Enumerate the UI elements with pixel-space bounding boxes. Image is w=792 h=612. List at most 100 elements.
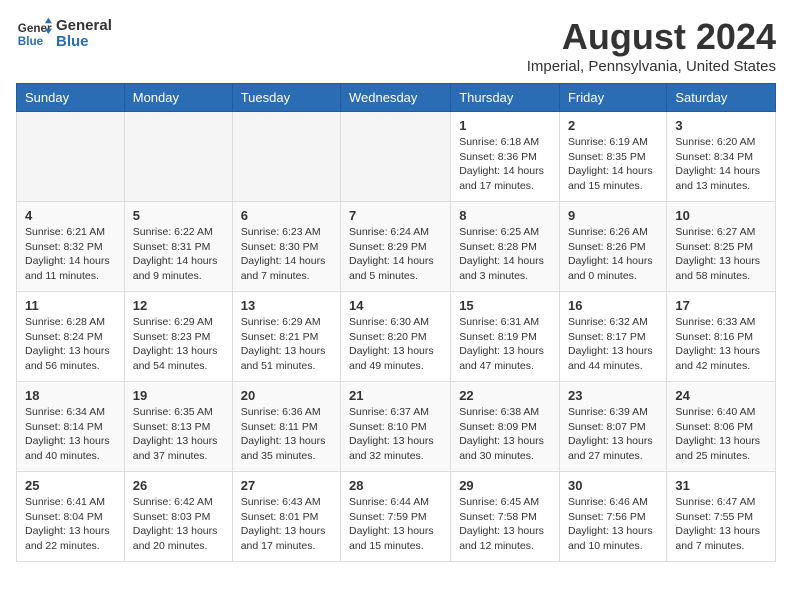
day-number: 31	[675, 478, 767, 493]
day-info: Sunrise: 6:34 AM Sunset: 8:14 PM Dayligh…	[25, 405, 116, 464]
day-info: Sunrise: 6:41 AM Sunset: 8:04 PM Dayligh…	[25, 495, 116, 554]
day-cell-21: 21 Sunrise: 6:37 AM Sunset: 8:10 PM Dayli…	[341, 382, 451, 472]
day-number: 3	[675, 118, 767, 133]
day-number: 23	[568, 388, 658, 403]
day-info: Sunrise: 6:19 AM Sunset: 8:35 PM Dayligh…	[568, 135, 658, 194]
day-info: Sunrise: 6:46 AM Sunset: 7:56 PM Dayligh…	[568, 495, 658, 554]
day-number: 1	[459, 118, 551, 133]
day-number: 11	[25, 298, 116, 313]
empty-cell	[232, 112, 340, 202]
day-number: 22	[459, 388, 551, 403]
day-cell-11: 11 Sunrise: 6:28 AM Sunset: 8:24 PM Dayli…	[17, 292, 125, 382]
title-block: August 2024 Imperial, Pennsylvania, Unit…	[527, 16, 776, 75]
day-cell-9: 9Sunrise: 6:26 AM Sunset: 8:26 PM Daylig…	[559, 202, 666, 292]
day-info: Sunrise: 6:32 AM Sunset: 8:17 PM Dayligh…	[568, 315, 658, 374]
day-info: Sunrise: 6:27 AM Sunset: 8:25 PM Dayligh…	[675, 225, 767, 284]
day-number: 16	[568, 298, 658, 313]
day-number: 10	[675, 208, 767, 223]
day-cell-18: 18 Sunrise: 6:34 AM Sunset: 8:14 PM Dayli…	[17, 382, 125, 472]
weekday-header-row: SundayMondayTuesdayWednesdayThursdayFrid…	[17, 84, 776, 112]
day-cell-6: 6 Sunrise: 6:23 AM Sunset: 8:30 PM Daylig…	[232, 202, 340, 292]
day-cell-2: 2 Sunrise: 6:19 AM Sunset: 8:35 PM Daylig…	[559, 112, 666, 202]
weekday-header-wednesday: Wednesday	[341, 84, 451, 112]
day-number: 30	[568, 478, 658, 493]
logo-general: General	[56, 18, 112, 35]
day-cell-15: 15 Sunrise: 6:31 AM Sunset: 8:19 PM Dayli…	[451, 292, 560, 382]
day-cell-27: 27 Sunrise: 6:43 AM Sunset: 8:01 PM Dayli…	[232, 472, 340, 562]
weekday-header-tuesday: Tuesday	[232, 84, 340, 112]
day-info: Sunrise: 6:28 AM Sunset: 8:24 PM Dayligh…	[25, 315, 116, 374]
week-row-3: 11 Sunrise: 6:28 AM Sunset: 8:24 PM Dayli…	[17, 292, 776, 382]
weekday-header-monday: Monday	[124, 84, 232, 112]
logo-icon: General Blue	[16, 16, 52, 52]
day-info: Sunrise: 6:38 AM Sunset: 8:09 PM Dayligh…	[459, 405, 551, 464]
day-info: Sunrise: 6:29 AM Sunset: 8:21 PM Dayligh…	[241, 315, 332, 374]
day-info: Sunrise: 6:30 AM Sunset: 8:20 PM Dayligh…	[349, 315, 442, 374]
day-info: Sunrise: 6:44 AM Sunset: 7:59 PM Dayligh…	[349, 495, 442, 554]
empty-cell	[341, 112, 451, 202]
day-number: 18	[25, 388, 116, 403]
day-number: 26	[133, 478, 224, 493]
day-info: Sunrise: 6:25 AM Sunset: 8:28 PM Dayligh…	[459, 225, 551, 284]
day-number: 27	[241, 478, 332, 493]
day-number: 4	[25, 208, 116, 223]
day-number: 21	[349, 388, 442, 403]
day-info: Sunrise: 6:18 AM Sunset: 8:36 PM Dayligh…	[459, 135, 551, 194]
empty-cell	[17, 112, 125, 202]
day-cell-1: 1 Sunrise: 6:18 AM Sunset: 8:36 PM Daylig…	[451, 112, 560, 202]
day-number: 20	[241, 388, 332, 403]
day-number: 15	[459, 298, 551, 313]
day-info: Sunrise: 6:21 AM Sunset: 8:32 PM Dayligh…	[25, 225, 116, 284]
day-number: 12	[133, 298, 224, 313]
day-cell-8: 8Sunrise: 6:25 AM Sunset: 8:28 PM Daylig…	[451, 202, 560, 292]
day-info: Sunrise: 6:39 AM Sunset: 8:07 PM Dayligh…	[568, 405, 658, 464]
day-cell-19: 19 Sunrise: 6:35 AM Sunset: 8:13 PM Dayli…	[124, 382, 232, 472]
weekday-header-sunday: Sunday	[17, 84, 125, 112]
day-info: Sunrise: 6:47 AM Sunset: 7:55 PM Dayligh…	[675, 495, 767, 554]
page-header: General Blue General Blue August 2024 Im…	[16, 16, 776, 75]
day-info: Sunrise: 6:45 AM Sunset: 7:58 PM Dayligh…	[459, 495, 551, 554]
day-info: Sunrise: 6:35 AM Sunset: 8:13 PM Dayligh…	[133, 405, 224, 464]
day-number: 17	[675, 298, 767, 313]
day-cell-29: 29Sunrise: 6:45 AM Sunset: 7:58 PM Dayli…	[451, 472, 560, 562]
day-cell-24: 24Sunrise: 6:40 AM Sunset: 8:06 PM Dayli…	[667, 382, 776, 472]
day-cell-30: 30 Sunrise: 6:46 AM Sunset: 7:56 PM Dayli…	[559, 472, 666, 562]
day-cell-7: 7 Sunrise: 6:24 AM Sunset: 8:29 PM Daylig…	[341, 202, 451, 292]
day-info: Sunrise: 6:26 AM Sunset: 8:26 PM Dayligh…	[568, 225, 658, 284]
day-number: 19	[133, 388, 224, 403]
day-cell-26: 26Sunrise: 6:42 AM Sunset: 8:03 PM Dayli…	[124, 472, 232, 562]
day-info: Sunrise: 6:22 AM Sunset: 8:31 PM Dayligh…	[133, 225, 224, 284]
day-number: 2	[568, 118, 658, 133]
weekday-header-friday: Friday	[559, 84, 666, 112]
svg-text:Blue: Blue	[18, 35, 44, 48]
day-number: 25	[25, 478, 116, 493]
day-info: Sunrise: 6:40 AM Sunset: 8:06 PM Dayligh…	[675, 405, 767, 464]
day-cell-31: 31 Sunrise: 6:47 AM Sunset: 7:55 PM Dayli…	[667, 472, 776, 562]
day-cell-4: 4 Sunrise: 6:21 AM Sunset: 8:32 PM Daylig…	[17, 202, 125, 292]
day-cell-10: 10 Sunrise: 6:27 AM Sunset: 8:25 PM Dayli…	[667, 202, 776, 292]
logo-blue: Blue	[56, 34, 112, 51]
day-info: Sunrise: 6:20 AM Sunset: 8:34 PM Dayligh…	[675, 135, 767, 194]
day-info: Sunrise: 6:33 AM Sunset: 8:16 PM Dayligh…	[675, 315, 767, 374]
day-number: 7	[349, 208, 442, 223]
day-cell-22: 22 Sunrise: 6:38 AM Sunset: 8:09 PM Dayli…	[451, 382, 560, 472]
day-cell-16: 16 Sunrise: 6:32 AM Sunset: 8:17 PM Dayli…	[559, 292, 666, 382]
day-info: Sunrise: 6:31 AM Sunset: 8:19 PM Dayligh…	[459, 315, 551, 374]
day-number: 6	[241, 208, 332, 223]
location-subtitle: Imperial, Pennsylvania, United States	[527, 58, 776, 75]
day-number: 28	[349, 478, 442, 493]
day-cell-20: 20Sunrise: 6:36 AM Sunset: 8:11 PM Dayli…	[232, 382, 340, 472]
day-info: Sunrise: 6:43 AM Sunset: 8:01 PM Dayligh…	[241, 495, 332, 554]
day-info: Sunrise: 6:23 AM Sunset: 8:30 PM Dayligh…	[241, 225, 332, 284]
calendar-table: SundayMondayTuesdayWednesdayThursdayFrid…	[16, 83, 776, 562]
day-info: Sunrise: 6:24 AM Sunset: 8:29 PM Dayligh…	[349, 225, 442, 284]
day-info: Sunrise: 6:37 AM Sunset: 8:10 PM Dayligh…	[349, 405, 442, 464]
day-number: 5	[133, 208, 224, 223]
day-number: 14	[349, 298, 442, 313]
day-cell-23: 23 Sunrise: 6:39 AM Sunset: 8:07 PM Dayli…	[559, 382, 666, 472]
month-title: August 2024	[527, 16, 776, 58]
week-row-1: 1 Sunrise: 6:18 AM Sunset: 8:36 PM Daylig…	[17, 112, 776, 202]
day-number: 13	[241, 298, 332, 313]
day-cell-3: 3 Sunrise: 6:20 AM Sunset: 8:34 PM Daylig…	[667, 112, 776, 202]
day-cell-17: 17 Sunrise: 6:33 AM Sunset: 8:16 PM Dayli…	[667, 292, 776, 382]
